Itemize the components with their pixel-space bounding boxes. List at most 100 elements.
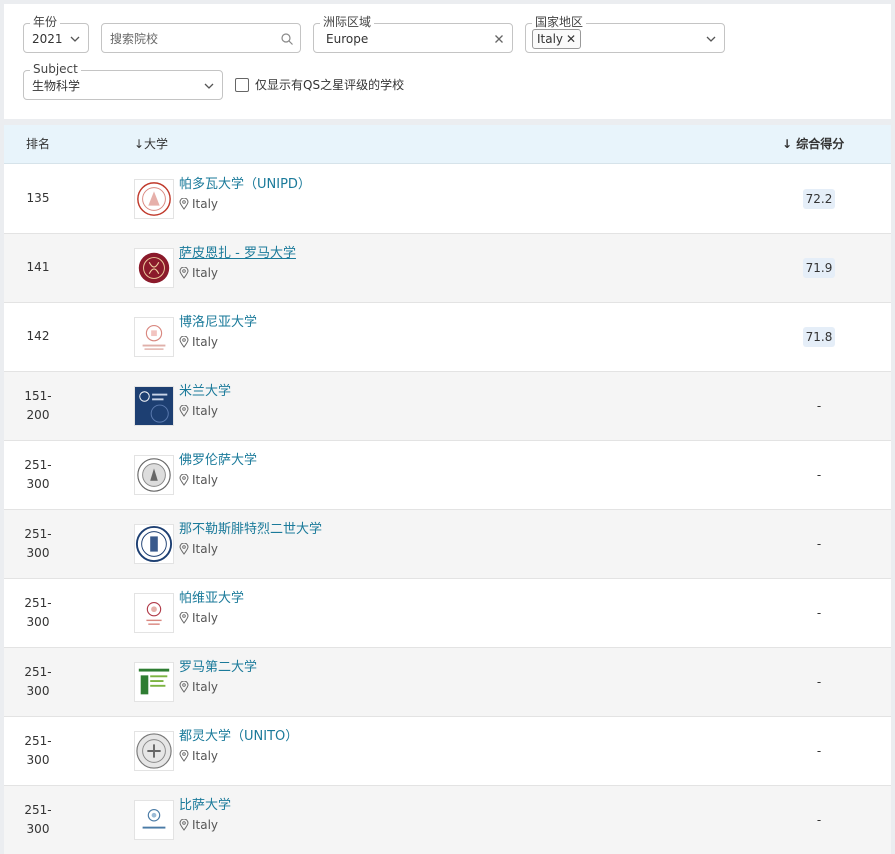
university-location: Italy (179, 679, 218, 695)
university-location: Italy (179, 196, 218, 212)
year-label: 年份 (30, 14, 61, 30)
country-label: 国家地区 (532, 14, 587, 30)
search-field[interactable]: 搜索院校 (101, 23, 301, 53)
year-value: 2021 (32, 32, 63, 46)
university-name-link[interactable]: 那不勒斯腓特烈二世大学 (179, 521, 322, 538)
location-text: Italy (192, 818, 219, 832)
university-location: Italy (179, 403, 218, 419)
rank-value: 251- 300 (24, 458, 52, 491)
rank-value: 251- 300 (24, 803, 52, 836)
table-row[interactable]: 135 帕多瓦大学（UNIPD） Italy 72.2 (4, 165, 891, 234)
rank-value: 251- 300 (24, 734, 52, 767)
university-location: Italy (179, 472, 218, 488)
university-location: Italy (179, 610, 218, 626)
chevron-down-icon (204, 83, 214, 89)
search-icon[interactable] (280, 32, 294, 46)
country-chip-label: Italy (537, 32, 564, 46)
chevron-down-icon (706, 36, 716, 42)
qs-stars-checkbox[interactable] (235, 78, 249, 92)
location-pin-icon (179, 543, 189, 555)
table-row[interactable]: 251- 300 比萨大学 Italy - (4, 786, 891, 854)
region-select[interactable]: 洲际区域 Europe (313, 14, 513, 53)
university-logo[interactable] (134, 248, 174, 288)
rank-value: 142 (26, 329, 50, 343)
university-location: Italy (179, 265, 218, 281)
university-logo[interactable] (134, 317, 174, 357)
table-row[interactable]: 142 博洛尼亚大学 Italy 71.8 (4, 303, 891, 372)
table-row[interactable]: 251- 300 佛罗伦萨大学 Italy - (4, 441, 891, 510)
country-chip[interactable]: Italy ✕ (532, 29, 582, 49)
university-name-link[interactable]: 都灵大学（UNITO） (179, 728, 298, 745)
university-name-link[interactable]: 米兰大学 (179, 383, 231, 400)
score-value: - (816, 675, 822, 689)
university-location: Italy (179, 748, 218, 764)
score-value: - (816, 537, 822, 551)
university-logo[interactable] (134, 179, 174, 219)
score-header[interactable]: ↓ 综合得分 (782, 136, 844, 152)
table-row[interactable]: 141 萨皮恩扎 - 罗马大学 Italy 71.9 (4, 234, 891, 303)
location-text: Italy (192, 404, 219, 418)
rank-value: 141 (26, 260, 50, 274)
university-logo[interactable] (134, 386, 174, 426)
university-logo[interactable] (134, 662, 174, 702)
location-text: Italy (192, 266, 219, 280)
subject-select[interactable]: Subject 生物科学 (23, 61, 223, 100)
table-row[interactable]: 251- 300 那不勒斯腓特烈二世大学 Italy - (4, 510, 891, 579)
location-pin-icon (179, 405, 189, 417)
location-pin-icon (179, 750, 189, 762)
table-row[interactable]: 251- 300 帕维亚大学 Italy - (4, 579, 891, 648)
rank-value: 251- 300 (24, 665, 52, 698)
year-select[interactable]: 年份 2021 (23, 14, 89, 53)
score-value: 71.8 (803, 327, 835, 347)
location-pin-icon (179, 198, 189, 210)
location-text: Italy (192, 680, 219, 694)
university-logo[interactable] (134, 524, 174, 564)
country-select[interactable]: 国家地区 Italy ✕ (525, 14, 725, 53)
university-logo[interactable] (134, 800, 174, 840)
university-name-link[interactable]: 罗马第二大学 (179, 659, 257, 676)
subject-label: Subject (30, 61, 81, 77)
score-header-label: 综合得分 (796, 137, 845, 151)
university-name-link[interactable]: 博洛尼亚大学 (179, 314, 257, 331)
region-value: Europe (326, 32, 369, 46)
location-pin-icon (179, 267, 189, 279)
university-name-link[interactable]: 萨皮恩扎 - 罗马大学 (179, 245, 296, 262)
university-logo[interactable] (134, 593, 174, 633)
university-location: Italy (179, 334, 218, 350)
table-row[interactable]: 251- 300 罗马第二大学 Italy - (4, 648, 891, 717)
chevron-down-icon (70, 36, 80, 42)
location-text: Italy (192, 197, 219, 211)
university-name-link[interactable]: 佛罗伦萨大学 (179, 452, 257, 469)
university-logo[interactable] (134, 731, 174, 771)
score-value: 71.9 (803, 258, 835, 278)
rank-header[interactable]: 排名 (26, 136, 50, 152)
university-name-link[interactable]: 帕多瓦大学（UNIPD） (179, 176, 311, 193)
search-input[interactable]: 搜索院校 (110, 31, 158, 47)
location-pin-icon (179, 336, 189, 348)
university-logo[interactable] (134, 455, 174, 495)
university-name-link[interactable]: 帕维亚大学 (179, 590, 244, 607)
table-row[interactable]: 251- 300 都灵大学（UNITO） Italy - (4, 717, 891, 786)
location-text: Italy (192, 611, 219, 625)
table-header: 排名 ↓大学 ↓ 综合得分 (4, 125, 891, 164)
clear-icon[interactable] (492, 32, 506, 46)
table-row[interactable]: 151- 200 米兰大学 Italy - (4, 372, 891, 441)
location-pin-icon (179, 474, 189, 486)
chip-remove-icon[interactable]: ✕ (566, 32, 576, 46)
rank-value: 135 (26, 191, 50, 205)
location-text: Italy (192, 749, 219, 763)
location-pin-icon (179, 819, 189, 831)
region-label: 洲际区域 (320, 14, 375, 30)
rank-value: 251- 300 (24, 527, 52, 560)
university-location: Italy (179, 541, 218, 557)
university-name-link[interactable]: 比萨大学 (179, 797, 231, 814)
qs-stars-label: 仅显示有QS之星评级的学校 (255, 78, 405, 92)
score-value: - (816, 813, 822, 827)
score-value: 72.2 (803, 189, 835, 209)
score-value: - (816, 744, 822, 758)
university-header[interactable]: ↓大学 (134, 136, 168, 152)
rank-value: 251- 300 (24, 596, 52, 629)
location-text: Italy (192, 473, 219, 487)
location-pin-icon (179, 681, 189, 693)
sort-arrow-icon: ↓ (782, 137, 797, 151)
